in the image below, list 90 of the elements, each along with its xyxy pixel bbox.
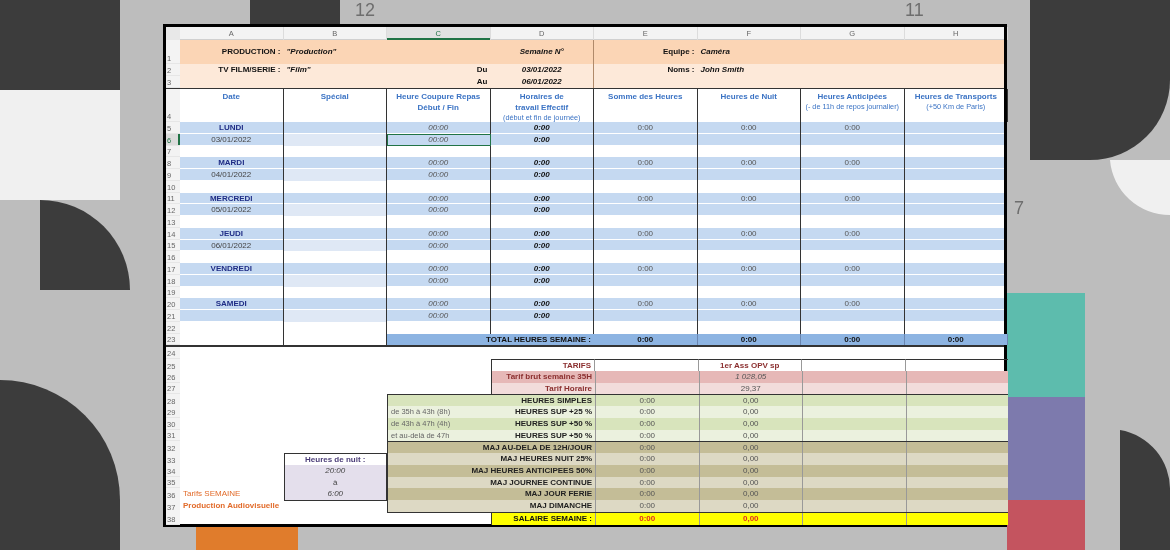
- day-name: JEUDI: [180, 227, 284, 240]
- tariff-value: 1 028,05: [698, 370, 802, 383]
- end-date: 06/01/2022: [490, 76, 594, 88]
- time-value[interactable]: 00:00: [387, 122, 491, 134]
- hours-value: 0:00: [697, 263, 801, 275]
- column-title: Heures de Transports: [914, 91, 997, 102]
- time-value: 0:00: [490, 133, 594, 146]
- hours-value: 0:00: [594, 122, 698, 134]
- time-value[interactable]: 00:00: [387, 263, 491, 275]
- rate-label: MAJ JOUR FERIE: [524, 488, 592, 501]
- hours-value: 0:00: [801, 122, 905, 134]
- hours-value: 0:00: [595, 406, 699, 418]
- team-value: Caméra: [699, 46, 731, 58]
- column-title: Date: [222, 91, 240, 102]
- rate-label: HEURES SUP +25 %: [515, 406, 592, 418]
- footer-note: Tarifs SEMAINE: [182, 488, 242, 501]
- names-value: John Smith: [699, 64, 746, 76]
- total-value: 0:00: [697, 333, 801, 346]
- time-value: 0:00: [490, 263, 594, 275]
- tariff-label: Tarif brut semaine 35H: [505, 370, 593, 383]
- backdrop-number: 7: [1014, 198, 1024, 218]
- night-hours-label: Heures de nuit :: [283, 453, 387, 466]
- day-date: 05/01/2022: [211, 205, 252, 215]
- time-value[interactable]: 00:00: [387, 310, 491, 322]
- production-value: "Production": [285, 46, 338, 58]
- total-value: 0:00: [594, 333, 698, 346]
- time-value[interactable]: 00:00: [387, 169, 491, 181]
- time-value[interactable]: 00:00: [387, 227, 491, 240]
- rate-label: HEURES SIMPLES: [521, 395, 592, 407]
- footer-note: Production Audiovisuelle: [182, 500, 281, 512]
- time-value: 0:00: [490, 169, 594, 181]
- series-value: "Film": [285, 64, 312, 76]
- amount-value: 0,00: [698, 406, 802, 418]
- hours-value: 0:00: [595, 464, 699, 477]
- time-value[interactable]: 00:00: [387, 239, 491, 252]
- hours-value: 0:00: [594, 227, 698, 240]
- day-name: LUNDI: [180, 122, 284, 134]
- hours-value: 0:00: [801, 227, 905, 240]
- time-value[interactable]: 00:00: [387, 204, 491, 216]
- total-label: TOTAL HEURES SEMAINE :: [387, 333, 594, 346]
- time-value: 0:00: [490, 122, 594, 134]
- column-title: Horaires de travail Effectif: [514, 91, 570, 113]
- amount-value: 0,00: [698, 500, 802, 512]
- night-end-time: 6:00: [283, 488, 387, 501]
- time-value: 0:00: [490, 204, 594, 216]
- production-label: PRODUCTION :: [220, 46, 282, 58]
- time-value: 0:00: [490, 239, 594, 252]
- day-name: VENDREDI: [180, 263, 284, 275]
- amount-value: 0,00: [698, 417, 802, 430]
- hours-value: 0:00: [697, 122, 801, 134]
- tariff-label: Tarif Horaire: [544, 382, 593, 395]
- day-date: 03/01/2022: [211, 134, 252, 144]
- column-title: Heure Coupure Repas Début / Fin: [395, 91, 482, 113]
- series-label: TV FILM/SERIE :: [217, 64, 282, 76]
- backdrop-number: 12: [355, 0, 376, 20]
- hours-value: 0:00: [595, 500, 699, 512]
- hours-value: 0:00: [801, 263, 905, 275]
- rate-label: MAJ HEURES ANTICIPEES 50%: [471, 464, 592, 477]
- end-date-label: Au: [475, 76, 489, 88]
- time-value: 0:00: [490, 310, 594, 322]
- salary-label: SALAIRE SEMAINE :: [512, 512, 593, 525]
- rate-label: MAJ HEURES NUIT 25%: [500, 453, 592, 465]
- time-value[interactable]: 00:00: [387, 133, 491, 146]
- rate-label: MAJ JOURNEE CONTINUE: [490, 476, 592, 489]
- team-label: Equipe :: [661, 46, 696, 58]
- column-title: Somme des Heures: [608, 91, 683, 102]
- day-date: 04/01/2022: [211, 170, 252, 179]
- select-all-corner[interactable]: [166, 27, 180, 40]
- rate-label: MAJ DIMANCHE: [529, 500, 592, 512]
- hours-value: 0:00: [595, 417, 699, 430]
- names-label: Noms :: [666, 64, 696, 76]
- amount-value: 0,00: [698, 512, 802, 525]
- hours-value: 0:00: [595, 512, 699, 525]
- time-value: 0:00: [490, 227, 594, 240]
- hours-value: 0:00: [697, 227, 801, 240]
- hours-value: 0:00: [594, 263, 698, 275]
- total-value: 0:00: [904, 333, 1008, 346]
- column-title: Spécial: [320, 91, 349, 102]
- amount-value: 0,00: [698, 464, 802, 477]
- rate-label: HEURES SUP +50 %: [515, 429, 592, 442]
- total-value: 0:00: [801, 333, 905, 346]
- column-title: Heures de Nuit: [720, 91, 777, 102]
- rate-label: HEURES SUP +50 %: [515, 417, 592, 430]
- time-value: 0:00: [490, 274, 594, 287]
- day-date: 06/01/2022: [211, 240, 252, 250]
- rate-label: MAJ AU-DELA DE 12H/JOUR: [482, 442, 592, 454]
- time-value[interactable]: 00:00: [387, 274, 491, 287]
- column-title: Heures Anticipées: [817, 91, 887, 102]
- start-date-label: Du: [475, 64, 489, 76]
- backdrop-number: 11: [905, 0, 924, 20]
